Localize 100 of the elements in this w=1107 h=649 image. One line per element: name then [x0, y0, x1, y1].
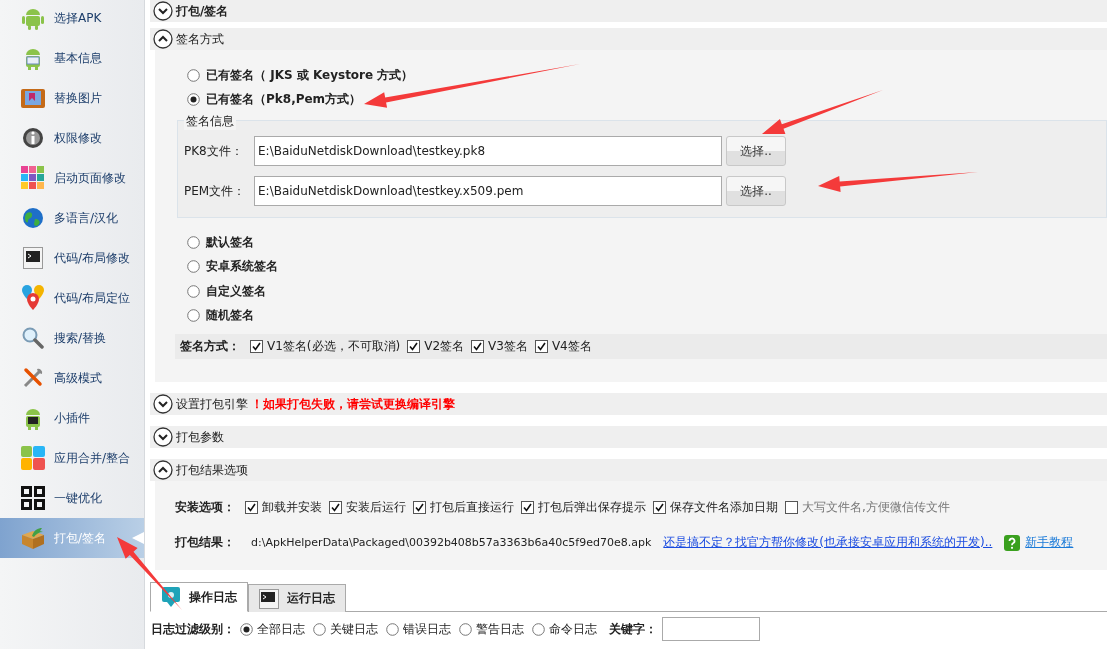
sidebar-item[interactable]: 替换图片 — [0, 78, 144, 118]
input-field[interactable]: E:\BaiduNetdiskDownload\testkey.x509.pem — [254, 176, 722, 206]
radio-label: 警告日志 — [476, 620, 524, 638]
section-title: 打包参数 — [176, 428, 224, 446]
sidebar-item[interactable]: 一键优化 — [0, 478, 144, 518]
checkbox-label: V3签名 — [488, 338, 528, 355]
radio-button[interactable] — [187, 93, 200, 107]
section-title: 签名方式 — [176, 30, 224, 48]
log-tab[interactable]: 操作日志 — [150, 582, 248, 612]
sidebar-item[interactable]: 选择APK — [0, 0, 144, 38]
radio-button[interactable] — [459, 622, 472, 636]
expand-icon[interactable] — [153, 394, 173, 414]
section-header[interactable]: 打包结果选项 — [150, 459, 1107, 481]
color-grid-icon — [21, 166, 45, 190]
radio-label: 错误日志 — [403, 620, 451, 638]
option-label: 签名方式： — [180, 338, 240, 355]
terminal-icon — [259, 588, 279, 609]
expand-icon[interactable] — [153, 427, 173, 447]
globe-icon — [22, 207, 44, 229]
output-path: d:\ApkHelperData\Packaged\00392b408b57a3363b6a40c5f9ed70e8.apk — [251, 536, 652, 549]
radio-button[interactable] — [532, 622, 545, 636]
checkbox-label: 保存文件名添加日期 — [670, 499, 778, 516]
radio-label: 安卓系统签名 — [206, 258, 278, 276]
sidebar-item[interactable]: 代码/布局修改 — [0, 238, 144, 278]
keyword-field[interactable] — [662, 617, 760, 641]
radio-label: 已有签名（ JKS 或 Keystore 方式） — [206, 66, 414, 84]
checkbox-label: V2签名 — [424, 338, 465, 355]
sidebar-item[interactable]: 基本信息 — [0, 38, 144, 78]
radio-button[interactable] — [187, 68, 200, 82]
sidebar-item[interactable]: 应用合并/整合 — [0, 438, 144, 478]
radio-button[interactable] — [386, 622, 399, 636]
collapse-icon[interactable] — [153, 460, 173, 480]
info-icon — [22, 127, 44, 149]
expand-icon[interactable] — [153, 1, 173, 21]
radio-label: 已有签名（Pk8,Pem方式） — [206, 91, 362, 109]
section-header[interactable]: 签名方式 — [150, 28, 1107, 50]
sidebar-item[interactable]: 启动页面修改 — [0, 158, 144, 198]
terminal-icon — [23, 247, 43, 269]
tools-icon — [22, 367, 44, 389]
checkbox-label: V1签名(必选，不可取消) — [267, 338, 401, 355]
log-tab[interactable]: 运行日志 — [248, 584, 346, 612]
field-label: PEM文件： — [184, 182, 247, 200]
grid-icon — [21, 486, 45, 510]
sidebar-item[interactable]: 搜索/替换 — [0, 318, 144, 358]
filter-label: 日志过滤级别： — [151, 620, 235, 638]
android-icon — [22, 6, 44, 30]
checkbox[interactable] — [534, 340, 548, 353]
search-icon — [22, 327, 44, 349]
section-title: 设置打包引擎 — [176, 395, 248, 413]
section-title: 打包/签名 — [176, 2, 229, 20]
image-folder-icon — [21, 87, 45, 109]
checkbox-label: 打包后弹出保存提示 — [538, 499, 646, 516]
radio-label: 关键日志 — [330, 620, 378, 638]
browse-button[interactable]: 选择.. — [726, 136, 786, 166]
sidebar-item[interactable]: 多语言/汉化 — [0, 198, 144, 238]
radio-button[interactable] — [313, 622, 326, 636]
package-icon — [20, 527, 46, 549]
section-header[interactable]: 打包参数 — [150, 426, 1107, 448]
checkbox-label: 安装后运行 — [346, 499, 406, 516]
map-pins-icon — [21, 285, 45, 311]
tutorial-link[interactable]: 新手教程 — [1025, 534, 1074, 551]
option-label: 打包结果： — [175, 534, 235, 551]
radio-button[interactable] — [187, 284, 200, 298]
sidebar-item[interactable]: 权限修改 — [0, 118, 144, 158]
collapse-icon[interactable] — [153, 29, 173, 49]
browse-button[interactable]: 选择.. — [726, 176, 786, 206]
checkbox[interactable] — [785, 501, 798, 514]
checkbox[interactable] — [407, 340, 421, 353]
radio-label: 默认签名 — [206, 233, 254, 251]
checkbox[interactable] — [329, 501, 342, 514]
radio-label: 全部日志 — [257, 620, 305, 638]
support-link[interactable]: 还是搞不定？找官方帮你修改(也承接安卓应用和系统的开发).. — [663, 534, 993, 551]
checkbox[interactable] — [245, 501, 258, 514]
radio-button[interactable] — [187, 309, 200, 323]
group-title: 签名信息 — [184, 113, 236, 130]
checkbox[interactable] — [471, 340, 485, 353]
section-title: 打包结果选项 — [176, 461, 248, 479]
checkbox[interactable] — [413, 501, 426, 514]
help-icon — [1004, 534, 1021, 551]
merge-tiles-icon — [21, 446, 45, 470]
checkbox[interactable] — [250, 340, 263, 353]
input-field[interactable]: E:\BaiduNetdiskDownload\testkey.pk8 — [254, 136, 722, 166]
section-header[interactable]: 设置打包引擎 ！如果打包失败，请尝试更换编译引擎 — [150, 393, 1107, 415]
checkbox[interactable] — [521, 501, 534, 514]
checkbox[interactable] — [653, 501, 666, 514]
radio-button[interactable] — [240, 622, 253, 636]
checkbox-label: 卸载并安装 — [262, 499, 322, 516]
radio-label: 自定义签名 — [206, 282, 266, 300]
checkbox-label: 大写文件名,方便微信传文件 — [802, 499, 950, 516]
radio-button[interactable] — [187, 235, 200, 249]
sidebar-item[interactable]: 小插件 — [0, 398, 144, 438]
radio-label: 随机签名 — [206, 307, 254, 325]
section-header[interactable]: 打包/签名 — [150, 0, 1107, 22]
radio-button[interactable] — [187, 260, 200, 274]
checkbox-label: 打包后直接运行 — [430, 499, 514, 516]
sidebar-item[interactable]: 代码/布局定位 — [0, 278, 144, 318]
radio-label: 命令日志 — [549, 620, 597, 638]
warning-text: ！如果打包失败，请尝试更换编译引擎 — [251, 395, 455, 413]
sidebar-item[interactable]: 高级模式 — [0, 358, 144, 398]
checkbox-label: V4签名 — [551, 338, 592, 355]
